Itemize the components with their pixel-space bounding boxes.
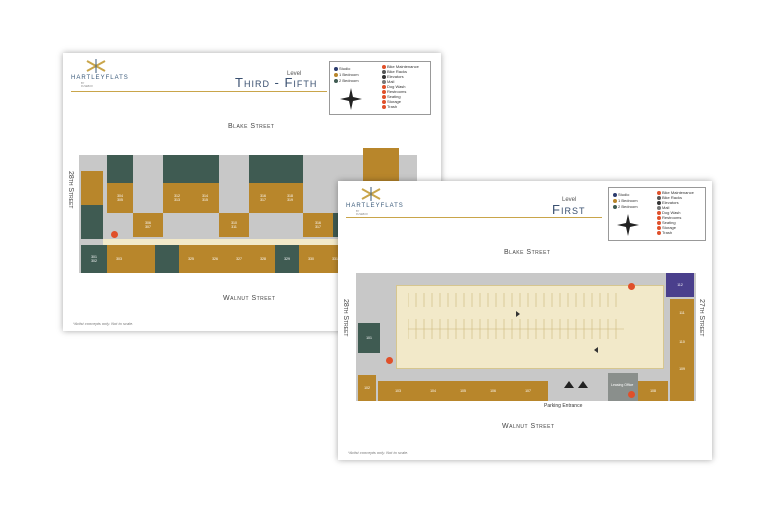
- logo-mark-icon: [86, 59, 106, 73]
- unit: [107, 155, 133, 183]
- unit: 105: [448, 381, 478, 401]
- parking-stalls: [408, 293, 624, 353]
- street-label-bottom: Walnut Street: [502, 423, 555, 430]
- unit: 327: [227, 245, 251, 273]
- unit: 310 311: [219, 213, 249, 237]
- compass-icon: [340, 88, 362, 110]
- legend-2-bedroom: 2 Bedroom: [613, 204, 638, 209]
- street-label-top: Blake Street: [504, 249, 551, 256]
- legend-amenity: Trash: [657, 230, 672, 235]
- unit: 106: [478, 381, 508, 401]
- divider: [346, 217, 602, 218]
- unit: [249, 155, 277, 183]
- unit: [81, 171, 103, 205]
- unit: 314 315: [191, 183, 219, 213]
- logo-wordmark: HARTLEYFLATS: [71, 75, 129, 81]
- footnote: *Artist concepts only. Not to scale.: [348, 450, 409, 455]
- unit: 303: [107, 245, 131, 273]
- footnote: *Artist concepts only. Not to scale.: [73, 321, 134, 326]
- street-label-top: Blake Street: [228, 123, 275, 130]
- unit: 111: [670, 299, 694, 327]
- dog-wash-icon: [386, 357, 393, 364]
- unit: 101: [358, 323, 380, 353]
- unit: [163, 155, 191, 183]
- legend-1-bedroom: 1 Bedroom: [613, 198, 638, 203]
- leasing-office-label: Leasing Office: [611, 383, 634, 387]
- parking-entrance-label: Parking Entrance: [544, 403, 583, 409]
- trash-icon: [111, 231, 118, 238]
- level-title: Third - Fifth: [235, 75, 318, 90]
- logo-tagline: BY FUSEBOX: [81, 82, 93, 88]
- divider: [71, 91, 327, 92]
- unit: [81, 205, 103, 239]
- unit: [670, 381, 694, 401]
- unit: 109: [670, 357, 694, 381]
- unit: 301 302: [81, 245, 107, 273]
- legend-1-bedroom: 1 Bedroom: [334, 72, 359, 77]
- legend: Studio 1 Bedroom 2 Bedroom Bike Maintena…: [608, 187, 706, 241]
- street-label-left: 28th Street: [342, 299, 349, 337]
- unit: 316 317: [303, 213, 333, 237]
- unit: 329: [275, 245, 299, 273]
- unit: 104: [418, 381, 448, 401]
- unit: 112: [666, 273, 694, 297]
- trash-icon: [628, 283, 635, 290]
- entrance-arrow-icon: [578, 381, 588, 388]
- unit: 306 307: [133, 213, 163, 237]
- level-title: First: [552, 202, 586, 217]
- unit: 304 305: [107, 183, 133, 213]
- legend-studio: Studio: [334, 66, 350, 71]
- entrance-arrow-icon: [564, 381, 574, 388]
- logo-mark-icon: [361, 187, 381, 201]
- legend-studio: Studio: [613, 192, 629, 197]
- unit: 325: [179, 245, 203, 273]
- unit: 330: [299, 245, 323, 273]
- unit: 102: [358, 375, 376, 401]
- unit: 312 313: [163, 183, 191, 213]
- unit: 318 319: [277, 183, 303, 213]
- legend: Studio 1 Bedroom 2 Bedroom Bike Maintena…: [329, 61, 431, 115]
- unit: 107: [508, 381, 548, 401]
- compass-icon: [617, 214, 639, 236]
- street-label-right: 27th Street: [698, 299, 705, 337]
- logo-wordmark: HARTLEYFLATS: [346, 203, 404, 209]
- unit: [191, 155, 219, 183]
- legend-2-bedroom: 2 Bedroom: [334, 78, 359, 83]
- unit: 108: [638, 381, 668, 401]
- unit: 328: [251, 245, 275, 273]
- unit: [155, 245, 179, 273]
- floorplan-sheet-first: HARTLEYFLATS BY FUSEBOX Level First Stud…: [338, 181, 712, 460]
- street-label-left: 28th Street: [67, 171, 74, 209]
- unit: 316 317: [249, 183, 277, 213]
- street-label-bottom: Walnut Street: [223, 295, 276, 302]
- restroom-icon: [628, 391, 635, 398]
- unit: 326: [203, 245, 227, 273]
- legend-amenity: Trash: [382, 104, 397, 109]
- unit: [131, 245, 155, 273]
- unit: 110: [670, 327, 694, 357]
- unit: [277, 155, 303, 183]
- logo-tagline: BY FUSEBOX: [356, 210, 368, 216]
- unit: 103: [378, 381, 418, 401]
